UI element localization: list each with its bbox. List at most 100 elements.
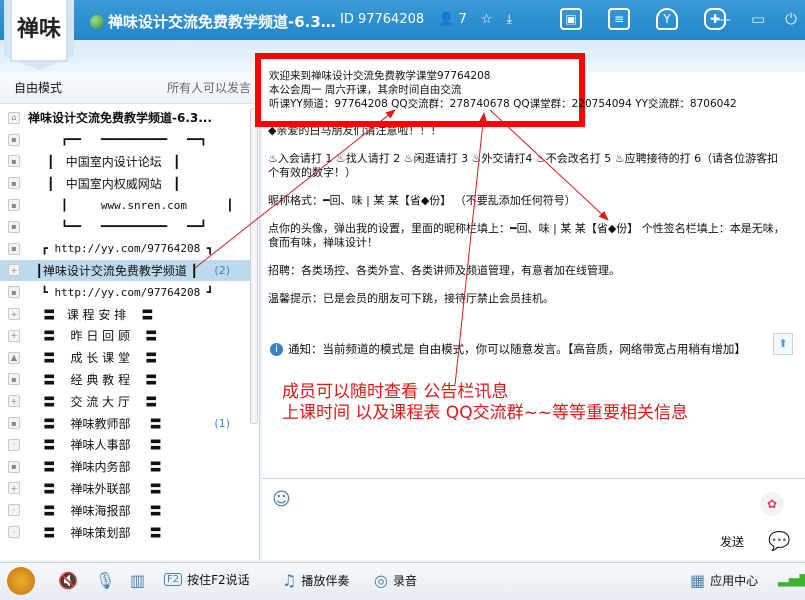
board-line: 点你的头像，弹出我的设置，里面的昵称栏填上：━回、味 | 某 某【省◆份】 个性… <box>268 222 785 249</box>
online-count: 👤 7 <box>438 12 467 27</box>
plus-icon: + <box>8 395 20 408</box>
channel-item[interactable]: ▪ ┗━━ ━━━━━━━━━━ ━━┛ <box>0 216 250 238</box>
lock-icon: ▪ <box>8 373 20 386</box>
f2-key-icon: F2 <box>164 573 183 586</box>
channel-name: ┗━━ ━━━━━━━━━━ ━━┛ <box>28 220 207 234</box>
bulletin-line: 本公会周一 周六开课，其余时间自由交流 <box>269 84 462 96</box>
channel-item[interactable]: + 〓 禅味外联部 〓 <box>0 478 250 500</box>
title-bar: 禅味设计交流免费教学频道-6.3… ID 97764208 👤 7 ☆ ⤓ ▣ … <box>0 0 805 40</box>
sidebar-scrollbar[interactable] <box>250 108 258 424</box>
member-count: (2) <box>214 263 230 277</box>
minimize-icon[interactable]: — <box>716 10 731 28</box>
channel-item[interactable]: ▪ ┃ 中国室内权威网站 ┃ <box>0 172 250 194</box>
mic-muted-icon[interactable]: 🎙 <box>95 571 115 590</box>
channel-item[interactable]: ▲ 〓 成 长 课 堂 〓 <box>0 347 250 369</box>
board-line: 昵称格式：━回、味 | 某 某【省◆份】 （不要乱添加任何符号） <box>268 194 576 207</box>
lock-icon: ▪ <box>8 286 20 299</box>
channel-item[interactable]: · 〓 禅味策划部 〓 <box>0 521 250 543</box>
plus-icon: + <box>8 308 20 321</box>
lock-icon: ▪ <box>8 133 20 146</box>
profile-card-icon[interactable]: ▣ <box>560 8 582 30</box>
channel-name: 〓 禅味策划部 〓 <box>28 525 162 540</box>
yy-home-icon[interactable]: Y <box>656 8 678 30</box>
channel-item[interactable]: ▪ ┗ http://yy.com/97764208 ┛ <box>0 281 250 303</box>
speaker-muted-icon[interactable]: 🔇 <box>58 571 78 590</box>
lock-icon: ▪ <box>8 177 20 190</box>
channel-logo: 禅味 <box>10 0 68 62</box>
channel-item[interactable]: ▪ 〓 经 典 教 程 〓 <box>0 369 250 391</box>
channel-name: 〓 交 流 大 厅 〓 <box>28 394 158 409</box>
lock-icon: ▪ <box>8 242 20 255</box>
plus-icon: + <box>8 264 20 277</box>
channel-name: ┃禅味设计交流免费教学频道 ┃ <box>28 263 198 278</box>
channel-item[interactable]: ▪ ┃ www.snren.com ┃ <box>0 194 250 216</box>
push-to-talk-button[interactable]: F2 按住F2说话 <box>164 571 250 588</box>
download-icon[interactable]: ⤓ <box>506 12 512 27</box>
info-icon: i <box>270 342 283 356</box>
channel-item[interactable]: + ┃禅味设计交流免费教学频道 ┃ (2) <box>0 259 250 282</box>
channel-sidebar: 自由模式 所有人可以发言 ⌂ 禅味设计交流免费教学频道-6.3... ▪ ┏━━ ━… <box>0 72 260 560</box>
channel-item[interactable]: + 〓 昨 日 回 顾 〓 <box>0 325 250 347</box>
signal-strength-icon: ▂▄▆ <box>778 571 805 587</box>
plus-icon: + <box>8 329 20 342</box>
channel-item[interactable]: + 〓 交 流 大 厅 〓 <box>0 390 250 412</box>
dot-icon: · <box>8 526 20 539</box>
music-note-icon: ♫ <box>282 571 297 590</box>
channel-name: ┗ http://yy.com/97764208 ┛ <box>28 285 214 299</box>
channel-name: 禅味设计交流免费教学频道-6.3... <box>28 111 212 126</box>
bulletin-line: 听课YY频道：97764208 QQ交流群：278740678 QQ课堂群：22… <box>269 98 737 110</box>
member-count: (1) <box>214 416 230 430</box>
maximize-icon[interactable]: ▭ <box>751 10 765 28</box>
app-center-button[interactable]: ▦ 应用中心 <box>690 571 758 590</box>
channel-name: ┃ 中国室内权威网站 ┃ <box>28 176 181 191</box>
channel-item[interactable]: · 〓 禅味人事部 〓 <box>0 434 250 456</box>
dot-icon: · <box>8 438 20 451</box>
avatar[interactable] <box>7 567 35 595</box>
chat-bubble-icon[interactable]: 💬 <box>768 531 790 552</box>
channel-name: 〓 禅味人事部 〓 <box>28 438 162 453</box>
annotation-text: 成员可以随时查看 公告栏讯息 上课时间 以及课程表 QQ交流群~~等等重要相关信… <box>282 382 688 424</box>
mode-label[interactable]: 自由模式 <box>14 79 62 96</box>
power-icon[interactable]: ⏻ <box>785 10 797 28</box>
lock-icon: ▪ <box>8 460 20 473</box>
flower-icon[interactable]: ✿ <box>760 492 784 516</box>
channel-name: ┏━━ ━━━━━━━━━━ ━━┓ <box>28 133 207 147</box>
list-icon[interactable]: ≡ <box>608 8 630 30</box>
board-line: ♨入会请打 1 ♨找人请打 2 ♨闲逛请打 3 ♨外交请打4 ♨不会改名打 5 … <box>268 152 779 179</box>
channel-item[interactable]: ▪ 〓 禅味内务部 〓 <box>0 456 250 478</box>
play-music-button[interactable]: ♫ 播放伴奏 <box>282 571 349 590</box>
lock-icon: ▪ <box>8 199 20 212</box>
lock-icon: ▪ <box>8 220 20 233</box>
board-line: 招聘：各类场控、各类外宣、各类讲师及频道管理，有意者加在线管理。 <box>268 264 620 277</box>
channel-name: 〓 成 长 课 堂 〓 <box>28 351 158 366</box>
annotation-line: 上课时间 以及课程表 QQ交流群~~等等重要相关信息 <box>282 403 689 423</box>
emoji-font-icon[interactable]: ☺ <box>272 489 291 510</box>
annotation-line: 成员可以随时查看 公告栏讯息 <box>282 382 509 402</box>
favorite-star-icon[interactable]: ☆ <box>481 12 493 27</box>
channel-name: 〓 经 典 教 程 〓 <box>28 372 158 387</box>
channel-item[interactable]: ▪ 〓 禅味教师部 〓 (1) <box>0 412 250 434</box>
home-icon: ⌂ <box>8 111 20 124</box>
mixer-icon[interactable]: ▥ <box>130 571 145 590</box>
channel-tree: ⌂ 禅味设计交流免费教学频道-6.3... ▪ ┏━━ ━━━━━━━━━━ ━━┓… <box>0 107 250 543</box>
channel-item[interactable]: + 〓 课 程 安 排 〓 <box>0 303 250 325</box>
channel-item[interactable]: ▪ ┏━━ ━━━━━━━━━━ ━━┓ <box>0 129 250 151</box>
lock-icon: ▪ <box>8 155 20 168</box>
channel-name: ┃ www.snren.com ┃ <box>28 198 234 212</box>
mode-desc: 所有人可以发言 <box>166 81 251 95</box>
board-line: 温馨提示：已是会员的朋友可下跳，接待厅禁止会员挂机。 <box>268 292 554 305</box>
channel-item[interactable]: · 〓 禅味海报部 〓 <box>0 499 250 521</box>
bottom-bar: 🔇 🎙 ▥ F2 按住F2说话 ♫ 播放伴奏 ◎ 录音 ▦ 应用中心 ▂▄▆ <box>0 562 805 600</box>
channel-info: ID 97764208 👤 7 ☆ ⤓ <box>340 12 512 27</box>
channel-item[interactable]: ⌂ 禅味设计交流免费教学频道-6.3... <box>0 107 250 129</box>
send-button[interactable]: 发送 <box>720 533 744 550</box>
channel-notice: i 通知：当前频道的模式是 自由模式，你可以随意发言。【高音质，网络带宽占用稍有增… <box>270 341 746 357</box>
record-button[interactable]: ◎ 录音 <box>374 571 417 590</box>
scroll-top-button[interactable]: ⬆ <box>773 333 793 355</box>
dot-icon: · <box>8 504 20 517</box>
channel-name: 〓 课 程 安 排 〓 <box>28 307 154 322</box>
channel-name: 〓 禅味教师部 〓 <box>28 416 162 431</box>
channel-id: ID 97764208 <box>340 12 425 27</box>
channel-item[interactable]: ▪ ┏ http://yy.com/97764208 ┓ <box>0 238 250 260</box>
channel-item[interactable]: ▪ ┃ 中国室内设计论坛 ┃ <box>0 151 250 173</box>
